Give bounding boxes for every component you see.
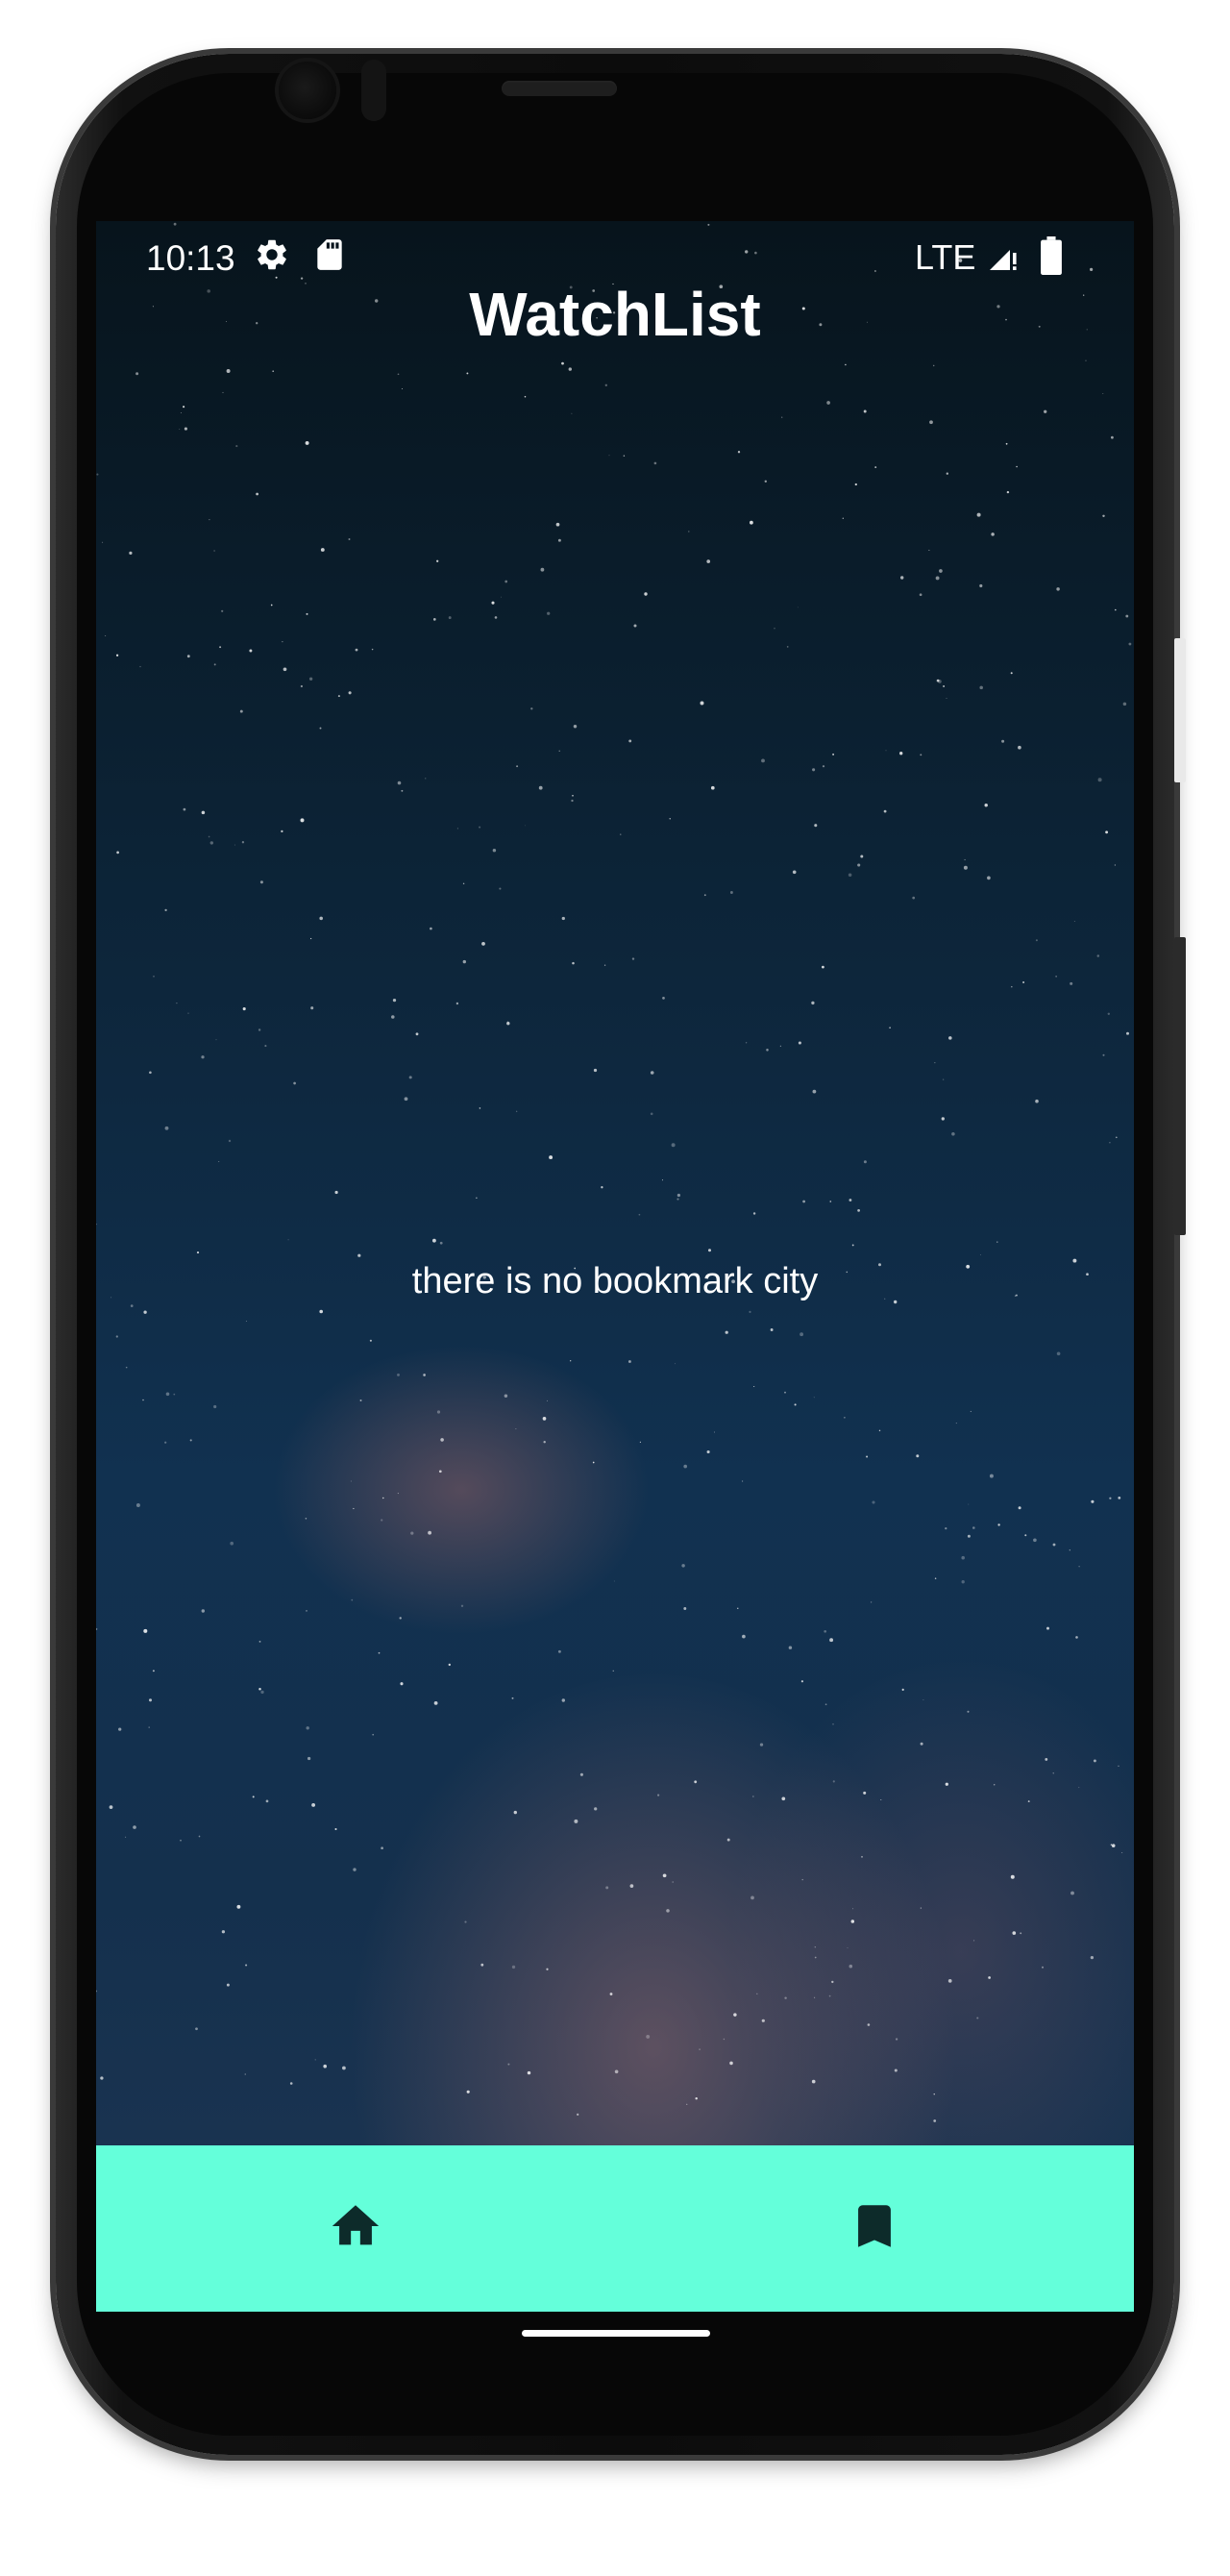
bookmark-icon: [847, 2198, 902, 2259]
front-camera: [279, 62, 336, 119]
earpiece-speaker: [502, 81, 617, 96]
proximity-sensor: [361, 60, 386, 121]
power-button: [1174, 937, 1186, 1235]
nav-bookmark-button[interactable]: [836, 2190, 913, 2266]
gear-icon: [254, 236, 290, 278]
page-title: WatchList: [469, 280, 761, 349]
signal-icon: [986, 238, 1022, 278]
volume-button: [1174, 638, 1186, 782]
app-screen: 10:13 LTE WatchList there is no bookmark…: [96, 221, 1134, 2312]
home-icon: [328, 2198, 383, 2259]
battery-icon: [1040, 236, 1063, 280]
gesture-navigation-bar[interactable]: [522, 2330, 710, 2337]
network-type: LTE: [915, 237, 976, 277]
bottom-navigation-bar: [96, 2145, 1134, 2312]
empty-state-message: there is no bookmark city: [411, 1261, 819, 1301]
nav-home-button[interactable]: [317, 2190, 394, 2266]
starfield-background: [96, 222, 1132, 2122]
status-time: 10:13: [146, 238, 235, 278]
sd-card-icon: [313, 236, 346, 278]
